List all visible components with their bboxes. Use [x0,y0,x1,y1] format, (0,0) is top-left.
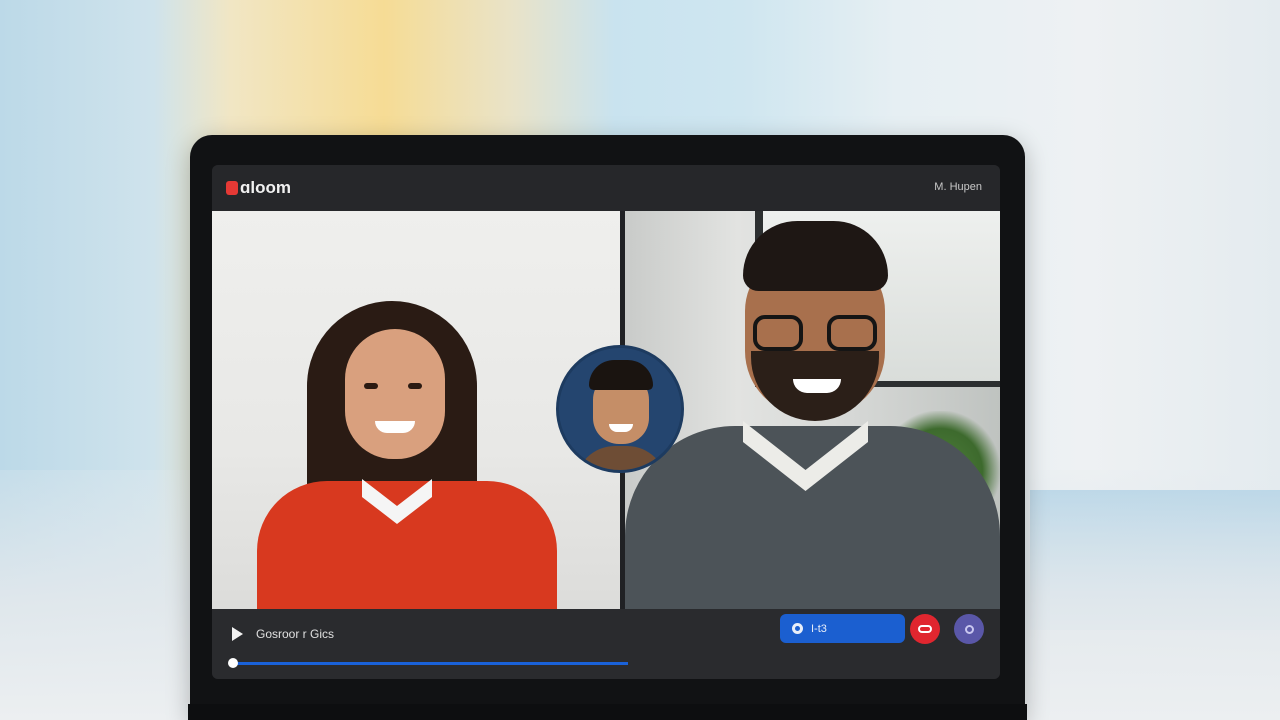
logo-text: ɑloom [240,178,291,197]
participant-hair [743,221,888,291]
participants-button[interactable]: I-t3 [780,614,905,643]
pip-hair [589,360,653,390]
session-title: Gosroor r Gics [256,627,335,641]
more-icon [964,624,974,634]
user-name[interactable]: M. Hupen [934,181,982,193]
glasses-icon [753,315,803,351]
participant-eye [408,383,422,389]
participant-sweater [625,426,1000,609]
progress-bar[interactable] [228,658,628,668]
control-bar: Gosroor r Gics I-t3 [212,609,1000,679]
app-header: ɑloom M. Hupen [212,165,1000,211]
participant-face [345,329,445,459]
more-options-button[interactable] [954,614,984,644]
end-call-button[interactable] [910,614,940,644]
laptop-frame: ɑloom M. Hupen Gosroor r Gics I-t3 [190,135,1025,720]
glasses-icon [827,315,877,351]
participant-smile [793,379,841,393]
progress-fill [232,662,628,665]
picture-in-picture-tile[interactable] [556,345,684,473]
participants-icon [792,623,803,634]
app-logo: ɑloom [226,178,291,198]
laptop-base [188,704,1027,720]
end-call-icon [918,625,932,633]
participant-smile [375,421,415,433]
logo-mark-icon [226,181,238,195]
participant-eye [364,383,378,389]
pip-shirt [575,446,667,470]
play-icon[interactable] [232,627,243,641]
participants-label: I-t3 [811,622,827,635]
progress-handle[interactable] [228,658,238,668]
laptop-screen: ɑloom M. Hupen Gosroor r Gics I-t3 [212,165,1000,679]
